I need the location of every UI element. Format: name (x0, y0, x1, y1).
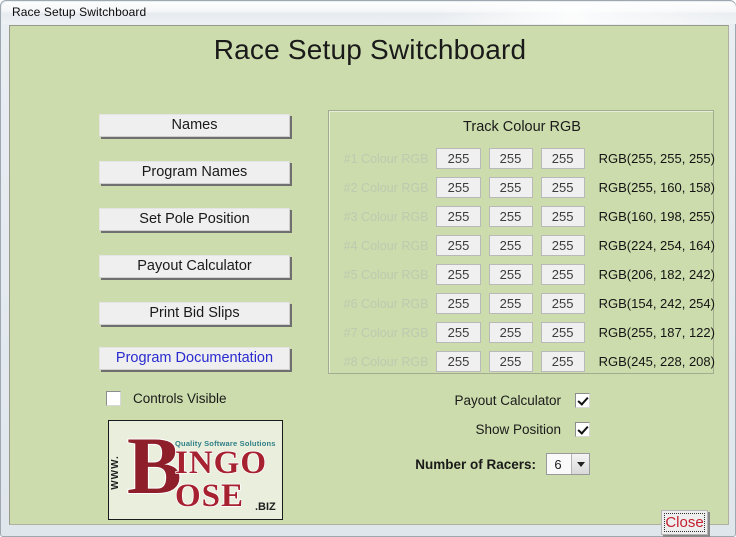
rgb-r-input[interactable]: 255 (436, 293, 480, 314)
track-colour-rgb-group: Track Colour RGB #1 Colour RGB255255255R… (328, 110, 714, 374)
number-of-racers-row: Number of Racers: 6 (340, 453, 590, 475)
payout-calculator-option-label: Payout Calculator (454, 393, 561, 408)
rgb-r-input[interactable]: 255 (436, 148, 480, 169)
rgb-row-label: #5 Colour RGB (329, 268, 436, 282)
print-bid-slips-button[interactable]: Print Bid Slips (99, 302, 290, 325)
names-button[interactable]: Names (99, 114, 290, 137)
rgb-g-input[interactable]: 255 (489, 206, 533, 227)
rgb-g-input[interactable]: 255 (489, 235, 533, 256)
program-documentation-button[interactable]: Program Documentation (99, 347, 290, 370)
title-bar-sheen (436, 2, 736, 24)
rgb-value-text: RGB(154, 242, 254) (599, 296, 715, 311)
controls-visible-checkbox[interactable] (106, 391, 121, 406)
rgb-row-label: #8 Colour RGB (329, 355, 436, 369)
rgb-value-text: RGB(245, 228, 208) (599, 354, 715, 369)
rgb-row-label: #4 Colour RGB (329, 239, 436, 253)
rgb-row: #5 Colour RGB255255255RGB(206, 182, 242) (329, 260, 715, 289)
rgb-value-text: RGB(255, 187, 122) (599, 325, 715, 340)
rgb-b-input[interactable]: 255 (541, 206, 585, 227)
logo-artwork: WWW. B Quality Software Solutions INGO O… (109, 421, 282, 519)
rgb-r-input[interactable]: 255 (436, 264, 480, 285)
logo-word-ingo: INGO (175, 447, 267, 480)
rgb-row: #6 Colour RGB255255255RGB(154, 242, 254) (329, 289, 715, 318)
controls-visible-row[interactable]: Controls Visible (106, 391, 227, 406)
rgb-b-input[interactable]: 255 (541, 264, 585, 285)
controls-visible-label: Controls Visible (133, 391, 227, 406)
show-position-checkbox[interactable] (575, 422, 590, 437)
set-pole-position-button[interactable]: Set Pole Position (99, 208, 290, 231)
rgb-b-input[interactable]: 255 (541, 148, 585, 169)
payout-calculator-option-row[interactable]: Payout Calculator (340, 393, 590, 408)
rgb-row: #8 Colour RGB255255255RGB(245, 228, 208) (329, 347, 715, 376)
application-window: Race Setup Switchboard Race Setup Switch… (0, 0, 736, 537)
show-position-option-label: Show Position (475, 422, 561, 437)
payout-calculator-button[interactable]: Payout Calculator (99, 255, 290, 278)
rgb-b-input[interactable]: 255 (541, 235, 585, 256)
logo-biz-text: .BIZ (255, 501, 276, 513)
rgb-g-input[interactable]: 255 (489, 293, 533, 314)
rgb-row-label: #2 Colour RGB (329, 181, 436, 195)
rgb-row-label: #1 Colour RGB (329, 152, 436, 166)
window-title: Race Setup Switchboard (12, 5, 146, 19)
bingo-rose-logo: WWW. B Quality Software Solutions INGO O… (108, 420, 283, 520)
rgb-row: #2 Colour RGB255255255RGB(255, 160, 158) (329, 173, 715, 202)
rgb-row: #4 Colour RGB255255255RGB(224, 254, 164) (329, 231, 715, 260)
rgb-row: #1 Colour RGB255255255RGB(255, 255, 255) (329, 144, 715, 173)
logo-word-ose: OSE (175, 480, 244, 513)
payout-calculator-checkbox[interactable] (575, 393, 590, 408)
rgb-g-input[interactable]: 255 (489, 351, 533, 372)
page-title: Race Setup Switchboard (10, 34, 730, 66)
rgb-b-input[interactable]: 255 (541, 322, 585, 343)
rgb-r-input[interactable]: 255 (436, 177, 480, 198)
rgb-row-label: #7 Colour RGB (329, 326, 436, 340)
rgb-r-input[interactable]: 255 (436, 322, 480, 343)
number-of-racers-value: 6 (547, 457, 571, 472)
track-colour-rgb-title: Track Colour RGB (329, 119, 715, 135)
rgb-value-text: RGB(160, 198, 255) (599, 209, 715, 224)
show-position-option-row[interactable]: Show Position (340, 422, 590, 437)
rgb-row-label: #3 Colour RGB (329, 210, 436, 224)
logo-www-text: WWW. (110, 455, 121, 490)
close-button[interactable]: Close (661, 510, 708, 535)
rgb-b-input[interactable]: 255 (541, 293, 585, 314)
rgb-g-input[interactable]: 255 (489, 322, 533, 343)
rgb-r-input[interactable]: 255 (436, 235, 480, 256)
rgb-value-text: RGB(224, 254, 164) (599, 238, 715, 253)
logo-letter-b: B (127, 425, 182, 507)
close-button-label: Close (665, 514, 703, 531)
client-area: Race Setup Switchboard Names Program Nam… (9, 25, 729, 525)
rgb-g-input[interactable]: 255 (489, 264, 533, 285)
rgb-row-label: #6 Colour RGB (329, 297, 436, 311)
chevron-down-icon[interactable] (571, 454, 589, 474)
rgb-r-input[interactable]: 255 (436, 206, 480, 227)
number-of-racers-dropdown[interactable]: 6 (546, 453, 590, 475)
rgb-g-input[interactable]: 255 (489, 177, 533, 198)
rgb-b-input[interactable]: 255 (541, 351, 585, 372)
rgb-row: #7 Colour RGB255255255RGB(255, 187, 122) (329, 318, 715, 347)
rgb-b-input[interactable]: 255 (541, 177, 585, 198)
title-bar[interactable]: Race Setup Switchboard (2, 2, 736, 24)
number-of-racers-label: Number of Racers: (415, 457, 536, 472)
program-names-button[interactable]: Program Names (99, 161, 290, 184)
rgb-rows-container: #1 Colour RGB255255255RGB(255, 255, 255)… (329, 144, 715, 376)
rgb-value-text: RGB(255, 160, 158) (599, 180, 715, 195)
rgb-r-input[interactable]: 255 (436, 351, 480, 372)
rgb-value-text: RGB(255, 255, 255) (599, 151, 715, 166)
rgb-row: #3 Colour RGB255255255RGB(160, 198, 255) (329, 202, 715, 231)
rgb-value-text: RGB(206, 182, 242) (599, 267, 715, 282)
rgb-g-input[interactable]: 255 (489, 148, 533, 169)
